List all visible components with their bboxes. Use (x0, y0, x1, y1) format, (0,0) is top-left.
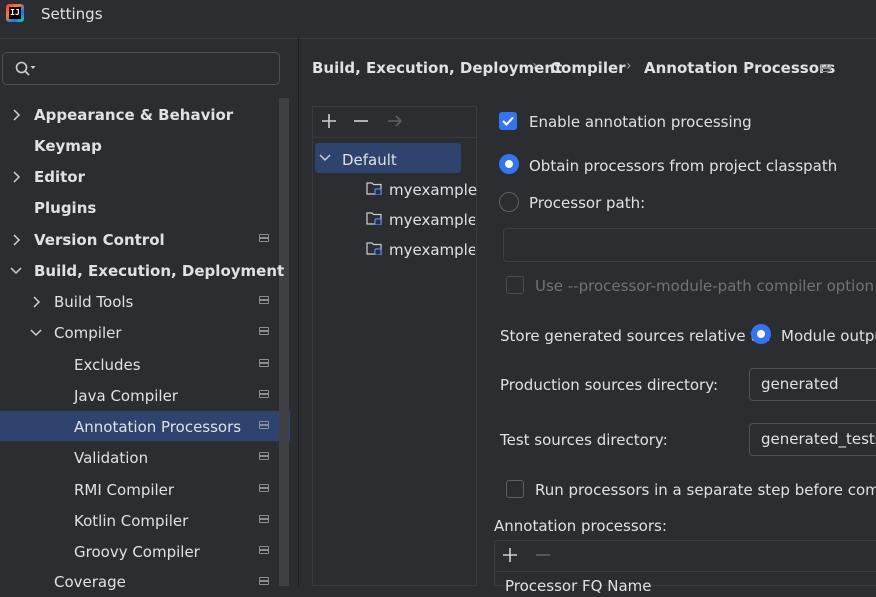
add-icon[interactable] (320, 112, 338, 130)
sidebar-item-kotlin-compiler[interactable]: Kotlin Compiler (74, 506, 188, 536)
test-dir-label: Test sources directory: (500, 431, 668, 449)
processor-path-radio[interactable] (499, 192, 519, 212)
obtain-from-classpath-radio[interactable] (499, 154, 519, 174)
profiles-panel (312, 106, 477, 586)
module-folder-icon (366, 212, 382, 225)
sidebar-scrollbar[interactable] (279, 98, 289, 586)
sidebar-item-coverage[interactable]: Coverage (54, 567, 126, 597)
enable-annotation-processing-label: Enable annotation processing (529, 113, 752, 131)
sidebar-item-java-compiler[interactable]: Java Compiler (74, 381, 178, 411)
project-level-icon (259, 515, 269, 523)
chevron-down-icon[interactable] (9, 256, 23, 286)
breadcrumb-item: Build, Execution, Deployment (312, 59, 563, 77)
sidebar-divider[interactable] (298, 38, 299, 586)
module-folder-icon (366, 182, 382, 195)
annotation-processors-toolbar (495, 541, 876, 572)
intellij-logo-icon: IJ (6, 4, 24, 22)
production-dir-field[interactable]: generated (749, 368, 876, 401)
checkmark-icon (502, 116, 514, 126)
module-output-label: Module outpu (781, 327, 876, 345)
breadcrumb-separator-icon: › (626, 58, 632, 74)
profile-item-default[interactable]: Default (342, 151, 397, 169)
module-folder-icon (366, 242, 382, 255)
sidebar-item-groovy-compiler[interactable]: Groovy Compiler (74, 537, 200, 567)
settings-search-input[interactable] (2, 52, 280, 85)
profile-item-module[interactable]: myexample.m (389, 211, 475, 229)
sidebar-item-build-tools[interactable]: Build Tools (54, 287, 133, 317)
project-level-icon (259, 577, 269, 585)
processor-path-field[interactable] (503, 228, 876, 262)
sidebar-item-editor[interactable]: Editor (34, 162, 85, 192)
project-level-icon (259, 359, 269, 367)
production-dir-label: Production sources directory: (500, 376, 719, 394)
project-level-icon (259, 484, 269, 492)
sidebar-item-excludes[interactable]: Excludes (74, 350, 141, 380)
processor-path-label: Processor path: (529, 194, 646, 212)
project-level-icon (821, 64, 831, 72)
sidebar-item-plugins[interactable]: Plugins (34, 193, 96, 223)
search-icon (15, 61, 36, 76)
remove-icon[interactable] (352, 112, 370, 130)
move-to-icon[interactable] (386, 112, 404, 130)
sidebar-item-validation[interactable]: Validation (74, 443, 148, 473)
separate-step-label: Run processors in a separate step before… (535, 481, 876, 499)
chevron-down-icon[interactable] (29, 318, 43, 348)
sidebar-item-keymap[interactable]: Keymap (34, 131, 102, 161)
sidebar-item-compiler[interactable]: Compiler (54, 318, 122, 348)
annotation-processors-label: Annotation processors: (494, 517, 667, 535)
breadcrumb-item: Compiler (550, 59, 626, 77)
sidebar-item-build-execution-deployment[interactable]: Build, Execution, Deployment (34, 256, 284, 286)
test-dir-field[interactable]: generated_tests (749, 423, 876, 456)
chevron-right-icon[interactable] (10, 162, 24, 192)
window-title: Settings (41, 5, 103, 23)
project-level-icon (259, 421, 269, 429)
chevron-down-icon[interactable] (318, 151, 332, 165)
project-level-icon (259, 546, 269, 554)
profile-item-module[interactable]: myexample.te (389, 241, 475, 259)
remove-icon[interactable] (534, 546, 552, 564)
page-title: Annotation Processors (644, 59, 836, 77)
chevron-right-icon[interactable] (10, 225, 24, 255)
store-relative-label: Store generated sources relative to: (500, 327, 771, 345)
add-icon[interactable] (501, 546, 519, 564)
separate-step-checkbox[interactable] (506, 480, 524, 498)
sidebar-item-annotation-processors[interactable]: Annotation Processors (74, 412, 241, 442)
profile-item-module[interactable]: myexample (389, 181, 477, 199)
module-output-radio[interactable] (751, 324, 771, 344)
processor-fq-name-column-header[interactable]: Processor FQ Name (505, 577, 651, 595)
enable-annotation-processing-checkbox[interactable] (499, 112, 517, 130)
sidebar-item-rmi-compiler[interactable]: RMI Compiler (74, 475, 174, 505)
module-path-option-label: Use --processor-module-path compiler opt… (535, 277, 876, 295)
project-level-icon (259, 452, 269, 460)
chevron-right-icon[interactable] (10, 100, 24, 130)
project-level-icon (259, 390, 269, 398)
obtain-from-classpath-label: Obtain processors from project classpath (529, 157, 838, 175)
title-bar (0, 0, 876, 39)
module-path-option-checkbox[interactable] (506, 276, 524, 294)
project-level-icon (259, 234, 269, 242)
sidebar-item-appearance[interactable]: Appearance & Behavior (34, 100, 233, 130)
breadcrumb-separator-icon: › (532, 58, 538, 74)
chevron-right-icon[interactable] (30, 287, 44, 317)
sidebar-item-version-control[interactable]: Version Control (34, 225, 165, 255)
project-level-icon (259, 327, 269, 335)
project-level-icon (259, 296, 269, 304)
